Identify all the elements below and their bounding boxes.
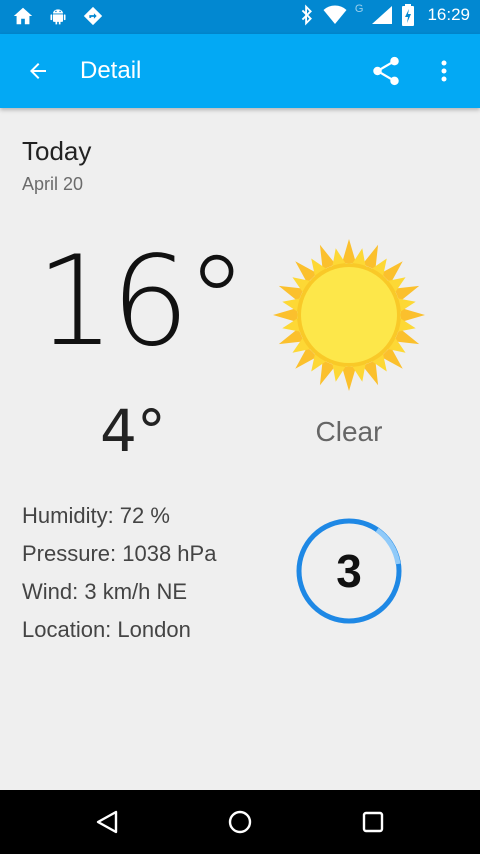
wifi-icon <box>323 5 347 25</box>
bluetooth-icon <box>299 4 315 26</box>
weather-details: Humidity: 72 % Pressure: 1038 hPa Wind: … <box>22 500 216 652</box>
wind-text: Wind: 3 km/h NE <box>22 579 188 604</box>
overflow-menu-button[interactable] <box>420 47 468 95</box>
nav-home-button[interactable] <box>210 798 270 846</box>
share-icon <box>373 56 399 86</box>
nav-recents-button[interactable] <box>343 798 403 846</box>
back-button[interactable] <box>14 47 62 95</box>
share-button[interactable] <box>362 47 410 95</box>
cell-signal-icon <box>371 5 393 25</box>
location-text: Location: London <box>22 617 191 642</box>
android-icon <box>48 5 68 27</box>
home-circle-icon <box>228 810 252 834</box>
recents-square-icon <box>362 811 384 833</box>
wind-speed-value: 3 <box>336 545 362 597</box>
humidity-text: Humidity: 72 % <box>22 503 170 528</box>
page-title: Detail <box>80 57 142 84</box>
network-type-label: G <box>354 3 364 15</box>
app-bar: Detail <box>0 34 480 108</box>
home-icon <box>12 5 34 27</box>
high-temperature: 16° <box>36 230 248 374</box>
navigation-icon <box>82 5 104 27</box>
day-name: Today <box>22 136 92 166</box>
sun-icon <box>273 239 425 391</box>
back-triangle-icon <box>96 810 118 834</box>
back-arrow-icon <box>30 63 46 79</box>
status-bar: G 16:29 <box>0 0 480 34</box>
more-vert-icon <box>441 60 447 82</box>
pressure-text: Pressure: 1038 hPa <box>22 541 217 566</box>
forecast-date: April 20 <box>22 174 84 194</box>
weather-condition: Clear <box>315 416 383 447</box>
system-nav-bar <box>0 790 480 854</box>
status-time: 16:29 <box>427 5 470 24</box>
low-temperature: 4° <box>100 397 166 465</box>
nav-back-button[interactable] <box>77 798 137 846</box>
battery-icon <box>401 4 415 26</box>
